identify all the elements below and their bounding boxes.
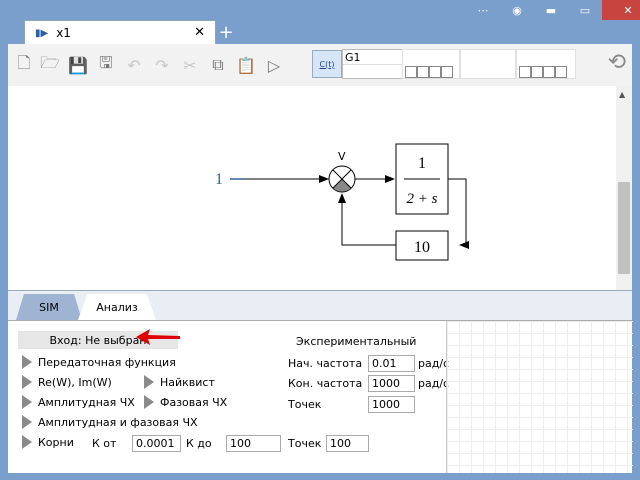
param-grid-2[interactable] — [460, 49, 516, 79]
roots-points-input[interactable]: 100 — [326, 435, 369, 452]
bottom-tabbar: SIM Анализ — [8, 290, 632, 321]
maximize-icon[interactable]: ▭ — [568, 0, 602, 20]
new-file-icon[interactable]: 🗋 — [12, 53, 36, 77]
summator[interactable]: V — [328, 150, 356, 193]
amplitude-option[interactable]: Амплитудная ЧХ — [22, 395, 135, 409]
document-tabbar: ▮▶ x1 ✕ + — [8, 20, 632, 45]
analysis-panel: Вход: Не выбран Передаточная функция Re(… — [8, 320, 633, 473]
tab-analysis[interactable]: Анализ — [78, 294, 156, 320]
tab-close-icon[interactable]: ✕ — [194, 25, 205, 40]
more-icon[interactable]: ⋯ — [466, 0, 500, 20]
start-freq-input[interactable]: 0.01 — [368, 355, 415, 372]
model-name: G1 — [345, 51, 361, 64]
start-freq-unit: рад/с — [418, 357, 450, 370]
transfer-function-option[interactable]: Передаточная функция — [22, 355, 176, 369]
nyquist-option[interactable]: Найквист — [144, 375, 215, 389]
record-icon[interactable]: ◉ — [500, 0, 534, 20]
roots-points-label: Точек — [288, 437, 322, 450]
diagram-canvas[interactable]: 1 V 1 2 + s 10 ▲ — [8, 86, 632, 290]
exp-points-label: Точек — [288, 398, 322, 411]
play-icon — [144, 395, 154, 409]
redo-icon[interactable]: ↷ — [150, 53, 174, 77]
feedback-value: 10 — [414, 239, 430, 256]
app-window: ⋯ ◉ ▬ ▭ ✕ ▮▶ x1 ✕ + 🗋 🗁 💾 🖫 ↶ ↷ ✂ ⧉ 📋 ▷ … — [0, 0, 640, 480]
k-from-label: К от — [92, 437, 117, 450]
k-from-input[interactable]: 0.0001 — [132, 435, 181, 452]
vertical-scrollbar[interactable]: ▲ — [616, 86, 632, 290]
feedback-block[interactable]: 10 — [395, 230, 449, 261]
rotate-icon[interactable]: ⟲ — [608, 50, 626, 75]
play-icon — [22, 355, 32, 369]
transfer-block[interactable]: 1 2 + s — [395, 143, 449, 215]
play-icon — [22, 415, 32, 429]
param-grid-3[interactable] — [516, 49, 576, 79]
model-name-field[interactable]: G1 — [342, 49, 404, 79]
ct-button[interactable]: C(t) — [312, 50, 342, 78]
model-icon: ▮▶ — [35, 27, 49, 39]
end-freq-unit: рад/с — [418, 377, 450, 390]
k-to-input[interactable]: 100 — [226, 435, 281, 452]
k-to-label: К до — [186, 437, 212, 450]
summator-sign: V — [338, 150, 346, 163]
add-tab-button[interactable]: + — [216, 22, 236, 43]
window-controls: ⋯ ◉ ▬ ▭ ✕ — [466, 0, 640, 20]
graph-preview[interactable] — [446, 321, 633, 473]
end-freq-input[interactable]: 1000 — [368, 375, 415, 392]
play-icon — [22, 395, 32, 409]
play-icon — [144, 375, 154, 389]
phase-option[interactable]: Фазовая ЧХ — [144, 395, 227, 409]
re-im-option[interactable]: Re(W), Im(W) — [22, 375, 112, 389]
play-icon — [22, 375, 32, 389]
end-freq-label: Кон. частота — [288, 377, 363, 390]
minimize-icon[interactable]: ▬ — [534, 0, 568, 20]
undo-icon[interactable]: ↶ — [122, 53, 146, 77]
save-icon[interactable]: 💾 — [66, 53, 90, 77]
tab-x1[interactable]: ▮▶ x1 ✕ — [24, 20, 216, 45]
block-denominator: 2 + s — [407, 191, 438, 207]
close-window-icon[interactable]: ✕ — [602, 0, 640, 20]
open-folder-icon[interactable]: 🗁 — [38, 53, 62, 77]
start-freq-label: Нач. частота — [288, 357, 363, 370]
roots-option[interactable]: Корни — [22, 435, 74, 449]
toolbar: 🗋 🗁 💾 🖫 ↶ ↷ ✂ ⧉ 📋 ▷ C(t) G1 ⟲ — [8, 44, 632, 87]
scroll-thumb[interactable] — [618, 182, 630, 274]
exp-points-input[interactable]: 1000 — [368, 396, 415, 413]
run-icon[interactable]: ▷ — [262, 53, 286, 77]
cut-icon[interactable]: ✂ — [178, 53, 202, 77]
pointer-arrow-icon — [136, 329, 180, 345]
tab-sim[interactable]: SIM — [16, 294, 82, 320]
copy-icon[interactable]: ⧉ — [206, 53, 230, 77]
tab-label: x1 — [56, 26, 71, 40]
block-numerator: 1 — [418, 155, 426, 172]
save-as-icon[interactable]: 🖫 — [94, 53, 118, 77]
scroll-up-icon[interactable]: ▲ — [619, 90, 625, 99]
play-icon — [22, 435, 32, 449]
experimental-title: Экспериментальный — [296, 335, 417, 348]
amp-phase-option[interactable]: Амплитудная и фазовая ЧХ — [22, 415, 198, 429]
input-label: 1 — [215, 171, 223, 188]
paste-icon[interactable]: 📋 — [234, 53, 258, 77]
block-diagram: 1 V 1 2 + s 10 — [215, 143, 469, 261]
param-grid-1[interactable] — [402, 49, 460, 79]
